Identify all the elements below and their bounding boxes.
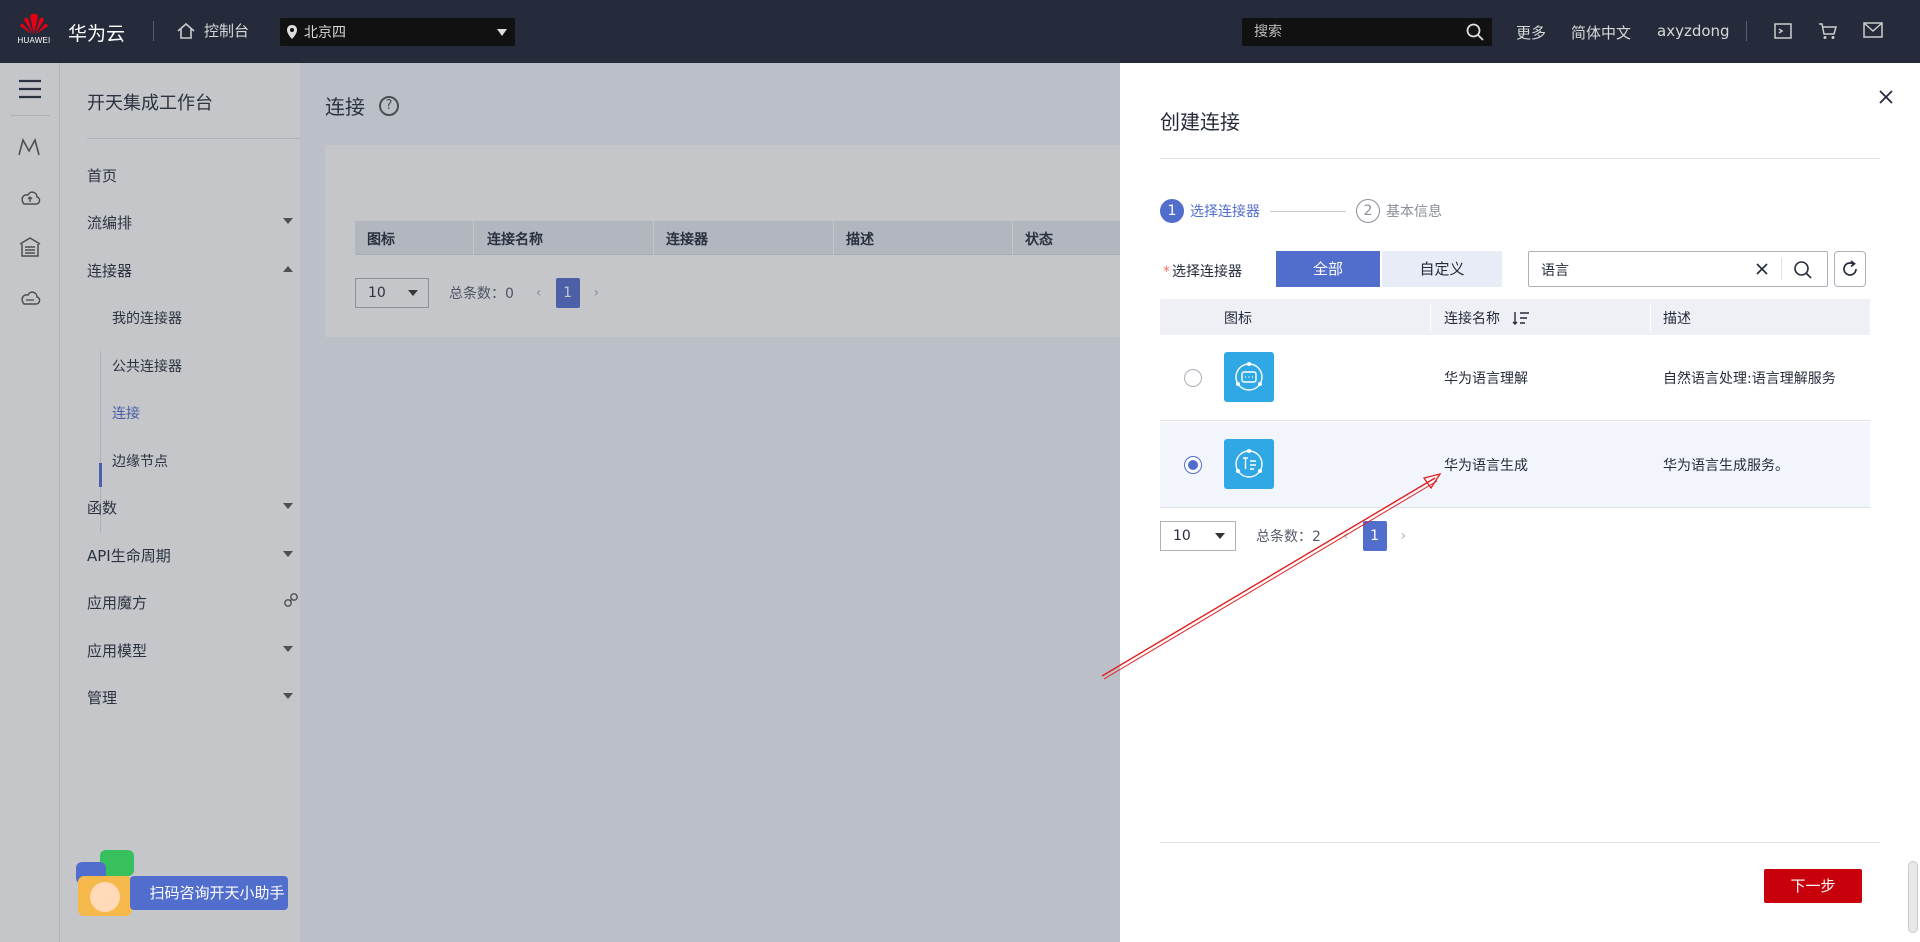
logo-text: HUAWEI — [17, 36, 51, 45]
divider — [1160, 158, 1880, 159]
clear-icon[interactable] — [1755, 262, 1769, 276]
step-label: 选择连接器 — [1190, 204, 1260, 220]
region-select[interactable]: 北京四 — [280, 18, 515, 46]
mascot-icon — [78, 876, 132, 916]
tab-all[interactable]: 全部 — [1276, 251, 1380, 287]
select-connector-text: 选择连接器 — [1172, 264, 1242, 280]
page-size-select[interactable]: 10 — [1160, 521, 1236, 551]
user-name[interactable]: axyzdong — [1657, 22, 1730, 40]
drawer-pagination: 10 总条数：2 ‹ 1 › — [1160, 521, 1406, 551]
sort-icon[interactable] — [1512, 311, 1530, 325]
search-icon[interactable] — [1793, 260, 1813, 280]
divider — [1160, 842, 1880, 843]
divider — [1781, 258, 1782, 280]
row-name: 华为语言理解 — [1444, 371, 1528, 387]
required-mark: * — [1163, 264, 1170, 280]
region-label: 北京四 — [304, 25, 346, 41]
drawer-title: 创建连接 — [1160, 110, 1240, 134]
step-label: 基本信息 — [1386, 204, 1442, 220]
tab-custom[interactable]: 自定义 — [1382, 251, 1502, 287]
prev-page-icon[interactable]: ‹ — [1343, 528, 1349, 544]
huawei-logo[interactable]: HUAWEI — [14, 12, 54, 52]
home-icon — [177, 22, 195, 39]
refresh-icon — [1843, 260, 1857, 276]
divider — [1430, 303, 1431, 331]
global-search-input[interactable]: 搜索 — [1242, 18, 1492, 46]
page-number[interactable]: 1 — [1362, 521, 1387, 551]
row-description: 自然语言处理:语言理解服务 — [1663, 371, 1836, 387]
divider — [1746, 21, 1747, 41]
column-header-icon: 图标 — [1224, 311, 1252, 327]
huawei-flower-icon — [20, 13, 48, 34]
table-row[interactable]: 华为语言理解 自然语言处理:语言理解服务 — [1160, 335, 1870, 421]
column-header-desc: 描述 — [1663, 311, 1691, 327]
next-page-icon[interactable]: › — [1401, 528, 1407, 544]
console-label: 控制台 — [204, 22, 250, 40]
brand-name[interactable]: 华为云 — [68, 19, 125, 46]
row-radio[interactable] — [1184, 369, 1202, 387]
nlg-connector-icon — [1224, 439, 1274, 489]
row-description: 华为语言生成服务。 — [1663, 458, 1789, 474]
divider — [153, 21, 154, 41]
divider — [1650, 303, 1651, 331]
chevron-down-icon — [1215, 533, 1225, 539]
more-link[interactable]: 更多 — [1516, 22, 1546, 43]
terminal-icon[interactable] — [1774, 22, 1792, 40]
column-header-name[interactable]: 连接名称 — [1444, 308, 1530, 328]
next-step-button[interactable]: 下一步 — [1764, 869, 1862, 903]
close-icon[interactable] — [1876, 87, 1896, 107]
row-name: 华为语言生成 — [1444, 458, 1528, 474]
step-number: 2 — [1356, 199, 1380, 223]
mail-icon[interactable] — [1863, 22, 1883, 38]
console-link[interactable]: 控制台 — [176, 20, 249, 41]
table-row[interactable]: 华为语言生成 华为语言生成服务。 — [1160, 422, 1870, 508]
search-placeholder: 搜索 — [1254, 24, 1282, 40]
page-size-value: 10 — [1173, 528, 1191, 544]
refresh-button[interactable] — [1834, 251, 1866, 287]
connector-search-input[interactable]: 语言 — [1528, 251, 1828, 287]
step-number: 1 — [1160, 199, 1184, 223]
column-header-name-text: 连接名称 — [1444, 311, 1500, 327]
total-count: 总条数：2 — [1256, 529, 1321, 545]
connector-table-header: 图标 连接名称 描述 — [1160, 299, 1870, 335]
location-pin-icon — [287, 25, 297, 39]
step-connector-line — [1270, 210, 1346, 212]
assistant-widget[interactable]: 扫码咨询开天小助手 — [74, 848, 288, 916]
language-link[interactable]: 简体中文 — [1571, 22, 1631, 43]
search-icon[interactable] — [1466, 23, 1484, 41]
modal-overlay[interactable] — [0, 63, 1120, 942]
select-connector-label: * 选择连接器 — [1163, 261, 1242, 281]
cart-icon[interactable] — [1818, 22, 1838, 40]
assistant-button[interactable]: 扫码咨询开天小助手 — [130, 876, 288, 910]
scrollbar-thumb[interactable] — [1908, 861, 1918, 933]
create-connection-drawer: 创建连接 1 选择连接器 2 基本信息 * 选择连接器 全部 自定义 语言 图标 … — [1120, 63, 1920, 942]
top-bar: HUAWEI 华为云 控制台 北京四 搜索 更多 简体中文 axyzdong — [0, 0, 1920, 63]
chevron-down-icon — [497, 29, 507, 36]
connector-filter-row: * 选择连接器 全部 自定义 语言 — [1160, 251, 1890, 287]
stepper: 1 选择连接器 2 基本信息 — [1160, 199, 1442, 223]
nlu-connector-icon — [1224, 352, 1274, 402]
row-radio[interactable] — [1184, 456, 1202, 474]
search-value: 语言 — [1541, 263, 1569, 279]
